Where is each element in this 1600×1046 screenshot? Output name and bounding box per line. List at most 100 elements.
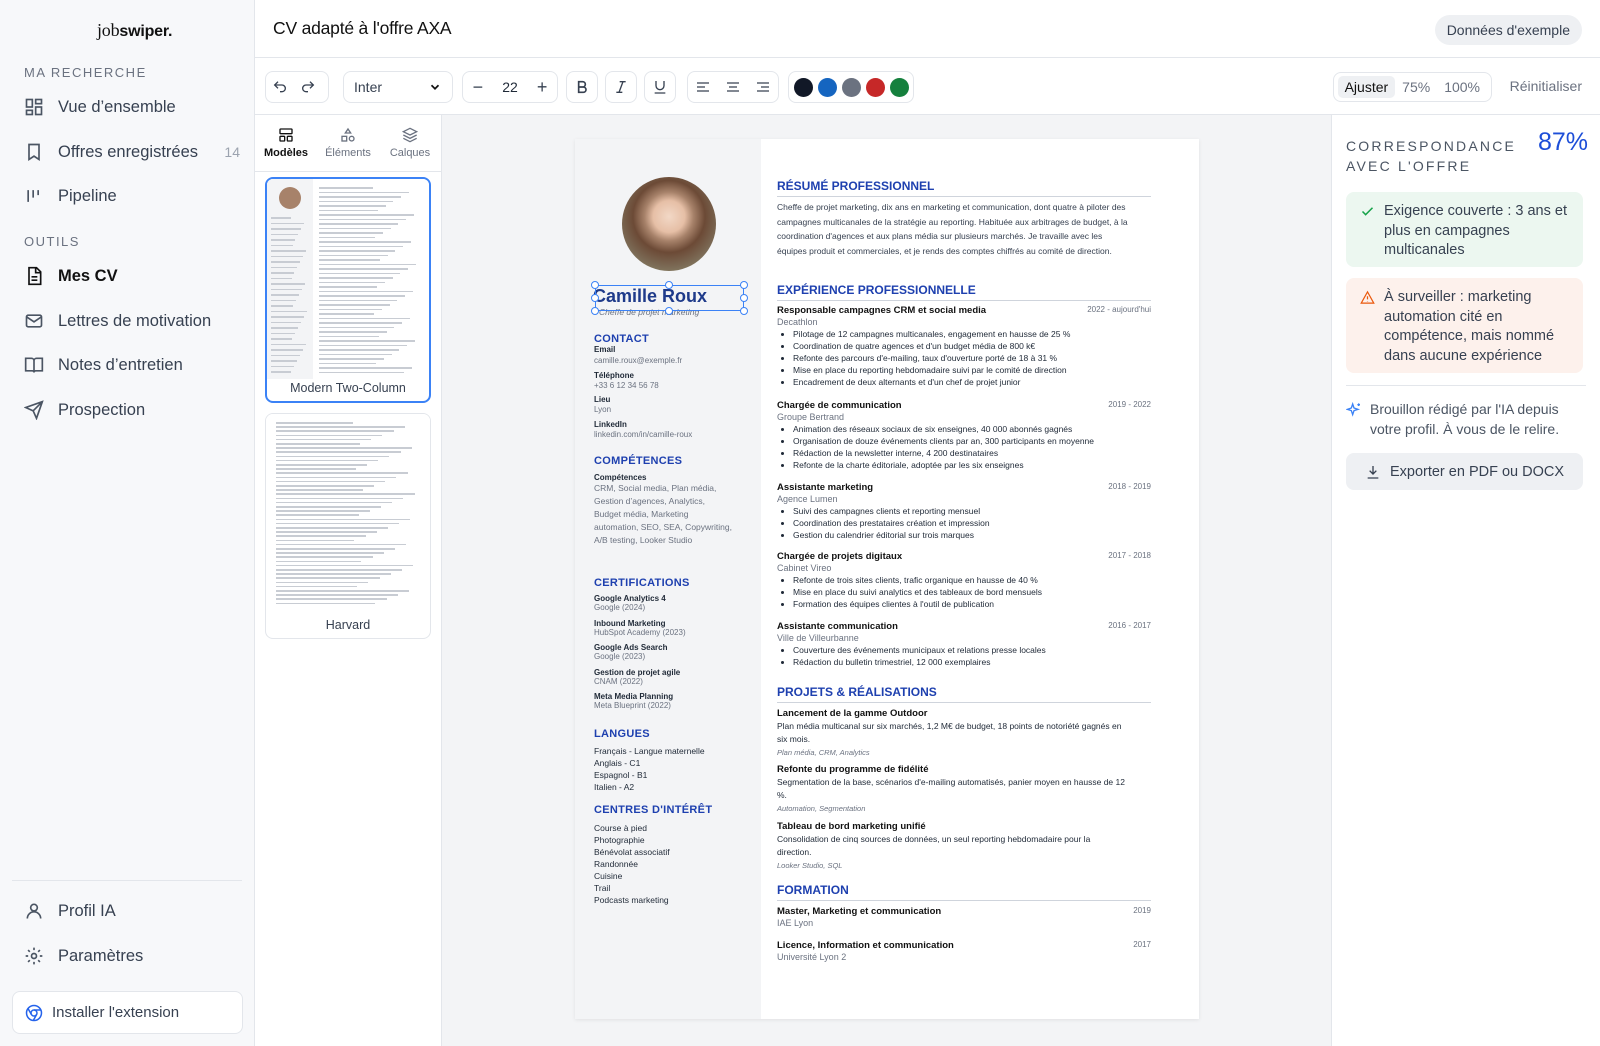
thumb-line bbox=[276, 552, 384, 554]
decrease-size-button[interactable]: − bbox=[473, 77, 484, 98]
thumb-line bbox=[319, 227, 391, 229]
thumb-line bbox=[271, 332, 296, 334]
zoom-fit-button[interactable]: Ajuster bbox=[1337, 76, 1396, 98]
profile-photo[interactable] bbox=[622, 177, 716, 271]
bold-button[interactable] bbox=[566, 71, 598, 103]
resize-handle[interactable] bbox=[665, 307, 673, 315]
resize-handle[interactable] bbox=[591, 281, 599, 289]
sidebar-item-settings[interactable]: Paramètres bbox=[24, 938, 240, 974]
interest-item: Photographie bbox=[594, 835, 645, 845]
font-family-select[interactable]: Inter bbox=[343, 71, 453, 103]
sidebar-item-saved-offers[interactable]: Offres enregistrées 14 bbox=[24, 134, 240, 170]
job-entry[interactable]: Chargée de communication 2019 - 2022 Group… bbox=[777, 400, 1151, 471]
color-swatch[interactable] bbox=[889, 77, 909, 97]
project-tags: Plan média, CRM, Analytics bbox=[777, 748, 870, 757]
education-entry[interactable]: Master, Marketing et communication 2019 IA… bbox=[777, 906, 1151, 929]
undo-button[interactable] bbox=[266, 72, 294, 102]
thumb-line bbox=[271, 321, 301, 323]
job-entry[interactable]: Responsable campagnes CRM et social medi… bbox=[777, 305, 1151, 388]
thumb-line bbox=[271, 316, 304, 318]
template-card-harvard[interactable]: Harvard bbox=[265, 413, 431, 639]
thumb-line bbox=[271, 305, 294, 307]
reset-button[interactable]: Réinitialiser bbox=[1510, 78, 1582, 94]
resize-handle[interactable] bbox=[740, 307, 748, 315]
section-label-tools: OUTILS bbox=[24, 234, 80, 249]
template-card-modern[interactable]: Modern Two-Column bbox=[265, 177, 431, 403]
job-entry[interactable]: Chargée de projets digitaux 2017 - 2018 Ca… bbox=[777, 551, 1151, 610]
thumb-line bbox=[271, 277, 292, 279]
contact-label: Email bbox=[594, 345, 616, 354]
thumb-line bbox=[319, 196, 402, 198]
thumb-line bbox=[271, 283, 305, 285]
job-dates: 2019 - 2022 bbox=[1108, 400, 1151, 409]
thumb-line bbox=[276, 438, 372, 441]
thumb-line bbox=[271, 244, 293, 246]
thumb-line bbox=[319, 349, 400, 351]
job-bullet: Animation des réseaux sociaux de six ens… bbox=[793, 423, 1151, 435]
interest-item: Bénévolat associatif bbox=[594, 847, 670, 857]
sample-data-button[interactable]: Données d'exemple bbox=[1434, 15, 1582, 45]
job-bullet: Pilotage de 12 campagnes multicanales, e… bbox=[793, 328, 1151, 340]
tab-label: Calques bbox=[389, 147, 431, 159]
color-swatch[interactable] bbox=[865, 77, 885, 97]
thumb-line bbox=[319, 223, 399, 225]
project-entry[interactable]: Refonte du programme de fidélité Segmenta… bbox=[777, 764, 1151, 815]
redo-button[interactable] bbox=[294, 72, 322, 102]
skills-label: Compétences bbox=[594, 473, 647, 482]
education-entry[interactable]: Licence, Information et communication 201… bbox=[777, 940, 1151, 963]
sidebar-item-interview-notes[interactable]: Notes d’entretien bbox=[24, 347, 240, 383]
job-bullet: Couverture des événements municipaux et … bbox=[793, 644, 1151, 656]
font-size-value[interactable]: 22 bbox=[502, 79, 518, 95]
sidebar-item-prospecting[interactable]: Prospection bbox=[24, 392, 240, 428]
saved-offers-count: 14 bbox=[224, 144, 240, 160]
resize-handle[interactable] bbox=[591, 294, 599, 302]
job-entry[interactable]: Assistante marketing 2018 - 2019 Agence Lu… bbox=[777, 482, 1151, 541]
job-bullets: Pilotage de 12 campagnes multicanales, e… bbox=[777, 328, 1151, 388]
italic-button[interactable] bbox=[605, 71, 637, 103]
project-entry[interactable]: Tableau de bord marketing unifié Consolid… bbox=[777, 821, 1151, 872]
job-company: Decathlon bbox=[777, 317, 818, 327]
language-item: Italien - A2 bbox=[594, 782, 635, 792]
tab-elements[interactable]: Éléments bbox=[317, 115, 379, 171]
tab-layers[interactable]: Calques bbox=[379, 115, 441, 171]
underline-button[interactable] bbox=[644, 71, 676, 103]
project-title: Lancement de la gamme Outdoor bbox=[777, 708, 928, 719]
align-center-button[interactable] bbox=[719, 72, 747, 102]
align-right-button[interactable] bbox=[749, 72, 777, 102]
sidebar-item-label: Offres enregistrées bbox=[58, 142, 199, 161]
tab-templates[interactable]: Modèles bbox=[255, 115, 317, 171]
thumb-line bbox=[319, 362, 376, 364]
tab-label: Modèles bbox=[263, 147, 308, 159]
sidebar-item-ai-profile[interactable]: Profil IA bbox=[24, 893, 240, 929]
color-swatch[interactable] bbox=[793, 77, 813, 97]
color-swatch[interactable] bbox=[841, 77, 861, 97]
resize-handle[interactable] bbox=[591, 307, 599, 315]
font-size-stepper: − 22 + bbox=[462, 71, 558, 103]
color-swatch[interactable] bbox=[817, 77, 837, 97]
zoom-100-button[interactable]: 100% bbox=[1437, 76, 1487, 98]
project-entry[interactable]: Lancement de la gamme Outdoor Plan média … bbox=[777, 708, 1151, 759]
zoom-75-button[interactable]: 75% bbox=[1395, 76, 1437, 98]
resize-handle[interactable] bbox=[740, 281, 748, 289]
thumb-line bbox=[319, 326, 395, 328]
align-left-button[interactable] bbox=[689, 72, 717, 102]
summary-text[interactable]: Cheffe de projet marketing, dix ans en m… bbox=[777, 200, 1151, 258]
cert-name: Google Analytics 4 bbox=[594, 594, 666, 603]
increase-size-button[interactable]: + bbox=[537, 77, 548, 98]
sidebar-item-cover-letters[interactable]: Lettres de motivation bbox=[24, 303, 240, 339]
thumb-line bbox=[271, 360, 297, 362]
install-extension-button[interactable]: Installer l'extension bbox=[12, 991, 243, 1034]
resize-handle[interactable] bbox=[665, 281, 673, 289]
resize-handle[interactable] bbox=[740, 294, 748, 302]
languages-heading: LANGUES bbox=[594, 728, 650, 740]
thumb-line bbox=[319, 241, 412, 243]
app-logo[interactable]: jobswiper. bbox=[97, 20, 172, 41]
job-entry[interactable]: Assistante communication 2016 - 2017 Ville… bbox=[777, 621, 1151, 668]
projects-heading: PROJETS & RÉALISATIONS bbox=[777, 685, 1151, 703]
thumb-line bbox=[276, 569, 402, 571]
sidebar-item-pipeline[interactable]: Pipeline bbox=[24, 178, 240, 214]
thumb-line bbox=[276, 598, 387, 600]
sidebar-item-overview[interactable]: Vue d’ensemble bbox=[24, 89, 240, 125]
sidebar-item-my-cv[interactable]: Mes CV bbox=[24, 258, 240, 294]
export-button[interactable]: Exporter en PDF ou DOCX bbox=[1346, 453, 1583, 490]
